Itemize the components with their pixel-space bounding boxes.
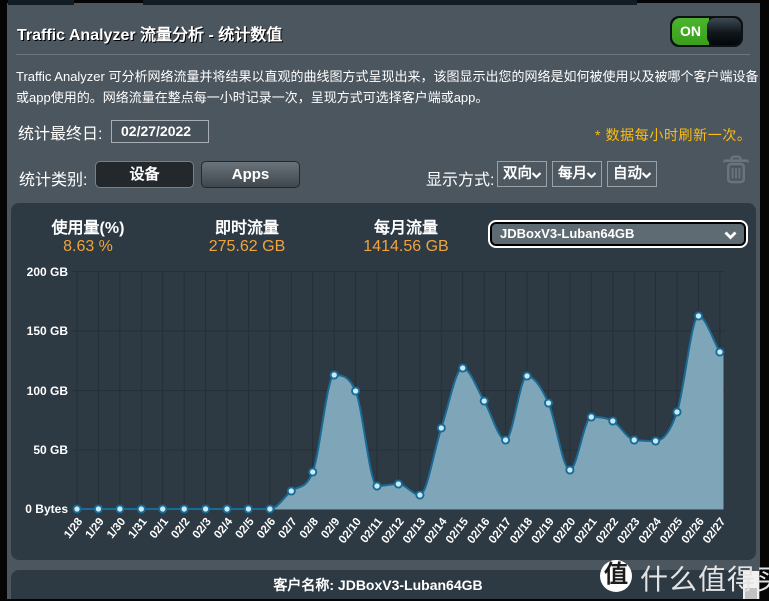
svg-text:1/29: 1/29 [84,516,107,541]
svg-text:02/19: 02/19 [530,516,557,546]
svg-text:02/5: 02/5 [234,515,258,541]
svg-text:02/18: 02/18 [508,515,536,546]
svg-text:02/12: 02/12 [380,516,407,546]
svg-text:100 GB: 100 GB [27,384,69,398]
svg-text:02/3: 02/3 [191,516,214,541]
svg-text:02/1: 02/1 [148,515,172,541]
svg-text:1/30: 1/30 [105,516,128,541]
svg-text:1/28: 1/28 [62,515,86,541]
svg-text:50 GB: 50 GB [33,443,68,457]
svg-text:02/25: 02/25 [658,515,686,546]
svg-text:200 GB: 200 GB [27,265,69,279]
svg-text:02/16: 02/16 [465,516,492,546]
svg-text:02/20: 02/20 [551,516,578,546]
svg-text:02/7: 02/7 [276,516,299,541]
svg-text:02/17: 02/17 [487,516,514,546]
svg-text:02/23: 02/23 [615,516,642,546]
svg-text:02/13: 02/13 [401,516,428,546]
svg-text:02/27: 02/27 [701,516,728,546]
svg-text:0 Bytes: 0 Bytes [25,502,68,516]
svg-text:02/8: 02/8 [298,515,322,541]
svg-text:02/26: 02/26 [680,516,707,546]
svg-text:02/6: 02/6 [255,516,278,541]
svg-text:02/15: 02/15 [444,515,472,546]
svg-text:02/2: 02/2 [169,516,192,541]
svg-text:150 GB: 150 GB [27,324,69,338]
svg-text:02/10: 02/10 [337,516,364,546]
svg-text:02/22: 02/22 [594,516,621,546]
svg-text:02/4: 02/4 [212,515,236,541]
svg-text:02/21: 02/21 [572,515,600,546]
svg-text:1/31: 1/31 [126,515,150,541]
